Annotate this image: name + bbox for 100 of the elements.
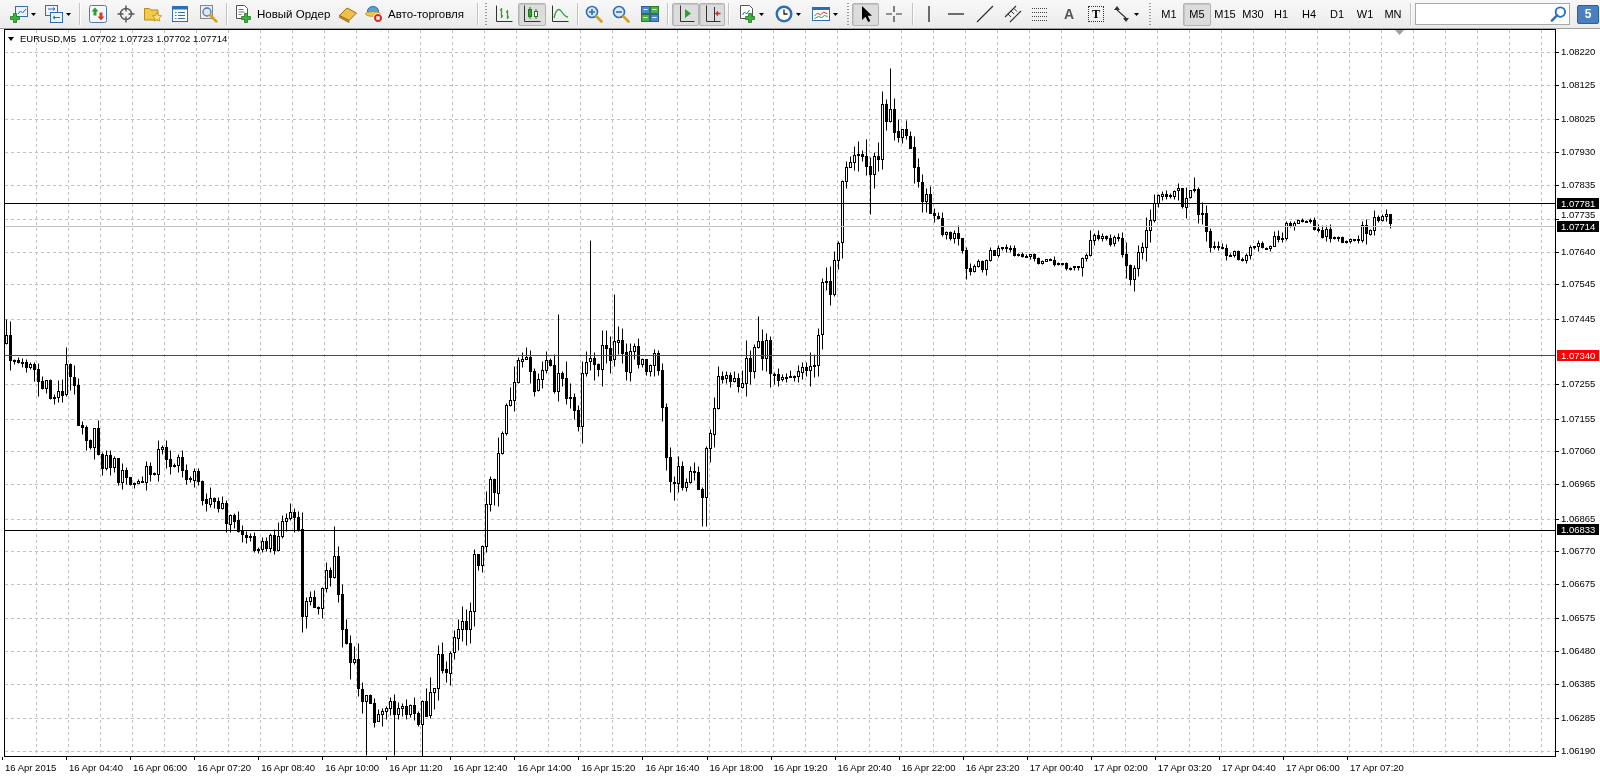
price-axis-label: 1.08125 (1561, 79, 1596, 90)
time-axis-label: 16 Apr 19:20 (773, 762, 828, 773)
time-axis-label: 17 Apr 07:20 (1350, 762, 1404, 773)
price-axis-label: 1.07255 (1561, 379, 1596, 390)
time-axis-label: 16 Apr 10:00 (325, 762, 380, 773)
price-tag: 1.07714 (1557, 220, 1599, 232)
price-tag: 1.07781 (1557, 197, 1599, 209)
time-axis-label: 17 Apr 06:00 (1285, 762, 1340, 773)
time-axis-label: 16 Apr 18:00 (709, 762, 764, 773)
stacked-windows-icon (45, 5, 63, 23)
double-arrow-icon (1113, 5, 1131, 23)
timeframe-tab[interactable]: M1 (1155, 2, 1183, 26)
caret-icon (795, 12, 801, 16)
book-icon (339, 5, 357, 23)
time-axis-label: 17 Apr 03:20 (1157, 762, 1212, 773)
window-magnifier-icon (199, 5, 218, 23)
time-axis-label: 16 Apr 2015 (5, 762, 57, 773)
dotted-lines-icon (1031, 6, 1049, 22)
autotrading-button[interactable]: Авто-торговля (362, 2, 474, 26)
search-field[interactable] (1415, 3, 1570, 25)
autoscroll-button[interactable] (699, 2, 725, 26)
caret-icon[interactable] (8, 36, 14, 41)
vertical-line-icon (927, 5, 931, 23)
price-tag: 1.07340 (1557, 349, 1599, 361)
chart-window-icon (812, 5, 830, 23)
price-axis-label: 1.06965 (1561, 479, 1596, 490)
candlestick-icon (523, 5, 541, 23)
caret-icon (31, 12, 36, 16)
caret-icon (759, 12, 764, 16)
timeframe-tab[interactable]: W1 (1351, 2, 1379, 26)
document-plus-icon (234, 5, 252, 23)
candlestick-button[interactable] (518, 2, 546, 26)
channel-icon (1004, 5, 1022, 23)
price-axis-label: 1.07060 (1561, 446, 1596, 457)
caret-icon (1134, 12, 1139, 16)
time-axis-label: 16 Apr 04:40 (69, 762, 123, 773)
window-list-icon (171, 5, 189, 23)
chart-shift-button[interactable] (672, 2, 699, 26)
price-axis-label: 1.07155 (1561, 413, 1596, 424)
price-axis-label: 1.07930 (1561, 146, 1596, 157)
price-axis-label: 1.06770 (1561, 546, 1596, 557)
crosshair-icon (885, 5, 903, 23)
message-badge[interactable]: 5 (1577, 4, 1599, 24)
time-axis-label: 16 Apr 12:40 (453, 762, 508, 773)
price-axis-label: 1.06575 (1561, 613, 1596, 624)
price-axis-label: 1.06385 (1561, 678, 1596, 689)
price-axis-label: 1.07835 (1561, 179, 1596, 190)
text-label-button[interactable]: T (1085, 2, 1107, 26)
tiles-icon (641, 5, 659, 23)
axis-arrow-icon (703, 5, 721, 23)
ohlc-values: 1.07702 1.07723 1.07702 1.07714 (81, 33, 228, 44)
time-axis-label: 16 Apr 07:20 (197, 762, 252, 773)
up-down-arrows-icon (89, 5, 107, 23)
clock-icon (774, 5, 793, 23)
price-axis-label: 1.07735 (1561, 210, 1596, 221)
price-axis-label: 1.08220 (1561, 47, 1596, 57)
new-order-button[interactable]: Новый Ордер (231, 2, 334, 26)
trend-line-icon (976, 5, 994, 23)
time-axis-label: 16 Apr 08:40 (261, 762, 316, 773)
document-chart-plus-icon (738, 5, 756, 23)
time-axis-label: 16 Apr 15:20 (581, 762, 636, 773)
time-axis-label: 16 Apr 14:00 (517, 762, 572, 773)
time-axis-label: 17 Apr 02:00 (1093, 762, 1148, 773)
zoom-in-icon (585, 5, 603, 23)
caret-icon (833, 12, 838, 16)
price-axis-label: 1.06190 (1561, 746, 1596, 756)
time-axis-label: 17 Apr 04:40 (1221, 762, 1276, 773)
line-chart-icon (551, 5, 569, 23)
price-axis-label: 1.06480 (1561, 646, 1596, 657)
timeframe-tab[interactable]: H4 (1295, 2, 1323, 26)
price-axis-label: 1.08025 (1561, 114, 1596, 125)
price-axis-label: 1.07640 (1561, 246, 1596, 257)
time-axis-label: 16 Apr 20:40 (837, 762, 892, 773)
chart-symbol: EURUSD,M5 (20, 33, 76, 44)
horizontal-line-icon (947, 12, 965, 16)
timeframe-tab[interactable]: H1 (1267, 2, 1295, 26)
timeframe-tab[interactable]: M5 (1183, 2, 1211, 26)
price-axis-label: 1.06865 (1561, 513, 1596, 524)
folder-star-icon (144, 5, 162, 23)
timeframe-tab[interactable]: MN (1379, 2, 1407, 26)
search-icon (1550, 6, 1566, 22)
price-tag: 1.06833 (1557, 524, 1599, 536)
text-tool-button[interactable]: A (1053, 2, 1085, 26)
time-axis-label: 16 Apr 23:20 (965, 762, 1020, 773)
target-icon (117, 5, 135, 23)
timeframe-tab[interactable]: M15 (1211, 2, 1239, 26)
bar-chart-icon (495, 5, 513, 23)
price-axis-label: 1.07445 (1561, 313, 1596, 324)
caret-icon (66, 12, 71, 16)
price-axis-label: 1.07545 (1561, 279, 1596, 290)
cursor-button[interactable] (852, 2, 879, 26)
time-axis-label: 16 Apr 22:00 (901, 762, 956, 773)
price-axis-label: 1.06285 (1561, 713, 1596, 724)
zoom-out-icon (612, 5, 630, 23)
time-axis-label: 16 Apr 16:40 (645, 762, 700, 773)
timeframe-tab[interactable]: M30 (1239, 2, 1267, 26)
time-axis-label: 17 Apr 00:40 (1029, 762, 1084, 773)
timeframe-tab[interactable]: D1 (1323, 2, 1351, 26)
time-axis-label: 16 Apr 11:20 (389, 762, 443, 773)
price-axis-label: 1.06675 (1561, 579, 1596, 589)
